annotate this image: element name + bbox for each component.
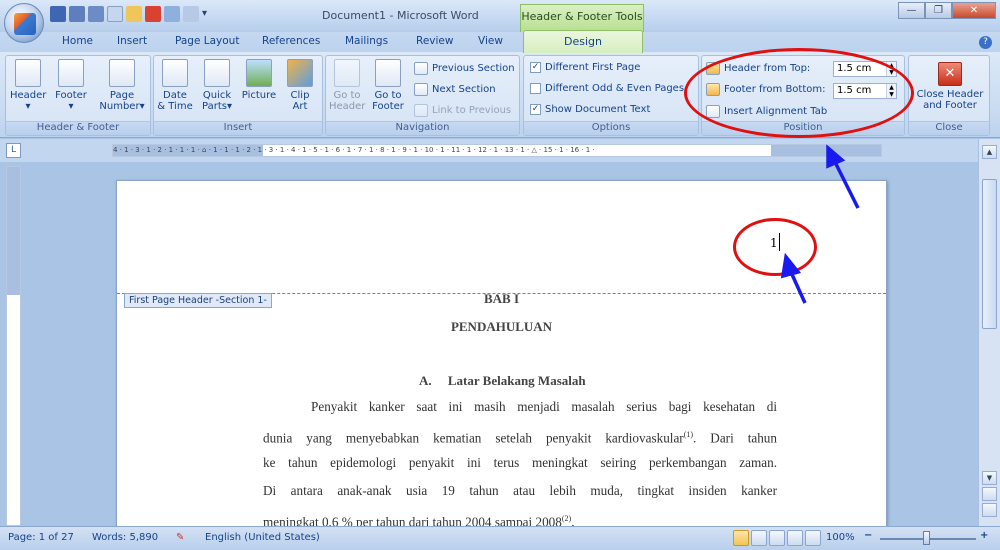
arrow-to-position bbox=[832, 159, 860, 209]
tab-design[interactable]: Design bbox=[523, 30, 643, 53]
arrow-head-position bbox=[826, 144, 846, 169]
office-button[interactable] bbox=[4, 3, 44, 43]
office-logo-icon bbox=[14, 13, 36, 35]
arrow-head-page-number bbox=[780, 252, 802, 279]
annotation-arrows bbox=[780, 144, 860, 304]
